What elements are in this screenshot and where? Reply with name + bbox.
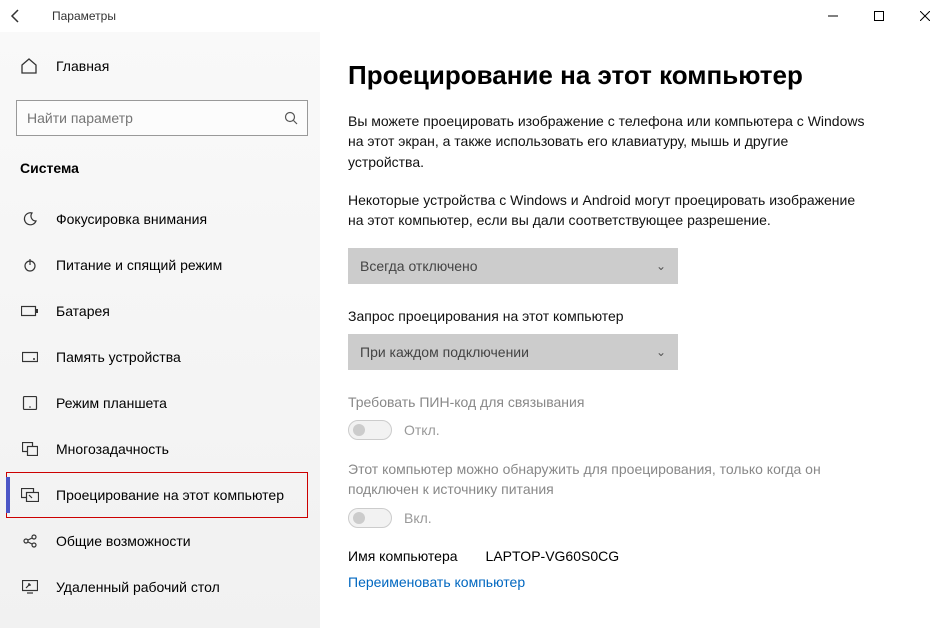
description-2: Некоторые устройства с Windows и Android… (348, 190, 868, 231)
sidebar-item-label: Проецирование на этот компьютер (56, 487, 284, 503)
main-content: Проецирование на этот компьютер Вы может… (320, 32, 948, 628)
back-button[interactable] (8, 8, 40, 24)
dropdown-value: Всегда отключено (360, 258, 478, 274)
sidebar-item-label: Батарея (56, 303, 110, 319)
chevron-down-icon: ⌄ (656, 345, 666, 359)
rename-pc-link[interactable]: Переименовать компьютер (348, 574, 908, 590)
availability-dropdown[interactable]: Всегда отключено ⌄ (348, 248, 678, 284)
sidebar-item-shared[interactable]: Общие возможности (12, 518, 320, 564)
sidebar-item-label: Память устройства (56, 349, 181, 365)
pcname-value: LAPTOP-VG60S0CG (486, 548, 620, 564)
sidebar-item-projecting[interactable]: Проецирование на этот компьютер (6, 472, 308, 518)
tablet-icon (20, 396, 40, 410)
sidebar-home-label: Главная (56, 58, 109, 74)
discover-toggle[interactable] (348, 508, 392, 528)
shared-icon (20, 533, 40, 549)
search-box[interactable] (16, 100, 308, 136)
sidebar-item-power[interactable]: Питание и спящий режим (12, 242, 320, 288)
sidebar-item-storage[interactable]: Память устройства (12, 334, 320, 380)
moon-icon (20, 211, 40, 227)
multitask-icon (20, 442, 40, 456)
sidebar-category: Система (12, 152, 320, 192)
window-title: Параметры (40, 9, 116, 23)
discover-toggle-state: Вкл. (404, 510, 432, 526)
sidebar-nav: Фокусировка внимания Питание и спящий ре… (12, 196, 320, 610)
ask-dropdown[interactable]: При каждом подключении ⌄ (348, 334, 678, 370)
discover-text: Этот компьютер можно обнаружить для прое… (348, 460, 868, 499)
search-input[interactable] (16, 100, 308, 136)
sidebar-item-tablet[interactable]: Режим планшета (12, 380, 320, 426)
titlebar: Параметры (0, 0, 948, 32)
chevron-down-icon: ⌄ (656, 259, 666, 273)
pin-toggle-state: Откл. (404, 422, 440, 438)
sidebar-item-multitask[interactable]: Многозадачность (12, 426, 320, 472)
sidebar-item-label: Питание и спящий режим (56, 257, 222, 273)
page-heading: Проецирование на этот компьютер (348, 60, 908, 91)
sidebar: Главная Система Фокусировка внимания Пит… (0, 32, 320, 628)
sidebar-item-focus[interactable]: Фокусировка внимания (12, 196, 320, 242)
battery-icon (20, 305, 40, 317)
sidebar-item-label: Общие возможности (56, 533, 191, 549)
ask-label: Запрос проецирования на этот компьютер (348, 308, 908, 324)
project-icon (20, 488, 40, 502)
sidebar-item-battery[interactable]: Батарея (12, 288, 320, 334)
maximize-button[interactable] (856, 0, 902, 32)
sidebar-item-label: Многозадачность (56, 441, 169, 457)
power-icon (20, 257, 40, 273)
sidebar-item-label: Удаленный рабочий стол (56, 579, 220, 595)
sidebar-item-label: Режим планшета (56, 395, 167, 411)
sidebar-item-remote[interactable]: Удаленный рабочий стол (12, 564, 320, 610)
storage-icon (20, 350, 40, 364)
home-icon (20, 57, 40, 75)
search-icon (284, 111, 298, 125)
remote-icon (20, 580, 40, 594)
minimize-button[interactable] (810, 0, 856, 32)
sidebar-home[interactable]: Главная (12, 44, 320, 88)
dropdown-value: При каждом подключении (360, 344, 529, 360)
pin-label: Требовать ПИН-код для связывания (348, 394, 908, 410)
description-1: Вы можете проецировать изображение с тел… (348, 111, 868, 172)
close-button[interactable] (902, 0, 948, 32)
pcname-label: Имя компьютера (348, 548, 458, 564)
sidebar-item-label: Фокусировка внимания (56, 211, 207, 227)
pin-toggle[interactable] (348, 420, 392, 440)
